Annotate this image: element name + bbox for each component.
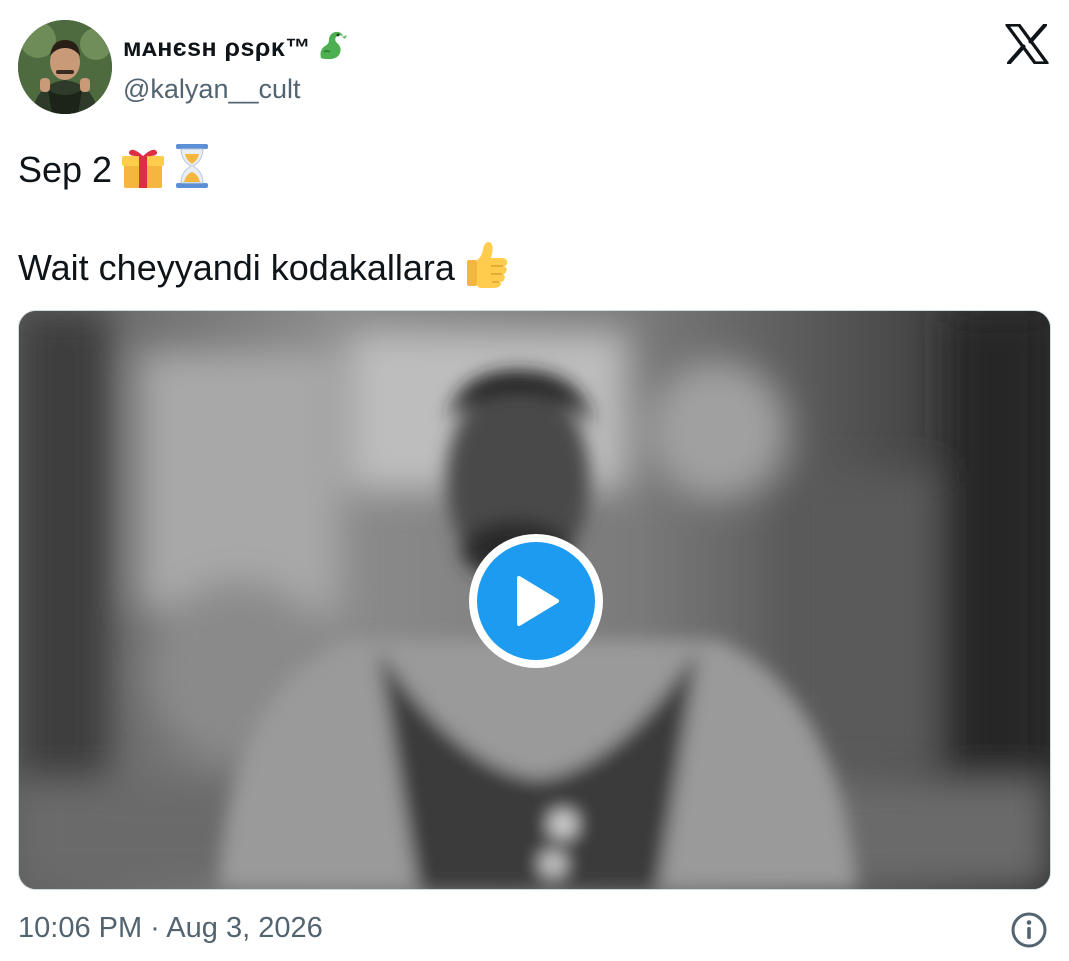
- info-icon[interactable]: [1010, 911, 1048, 949]
- gift-emoji: [120, 144, 166, 199]
- author-handle[interactable]: @kalyan__cult: [123, 74, 301, 105]
- play-icon: [477, 542, 595, 660]
- tweet-timestamp[interactable]: 10:06 PM · Aug 3, 2026: [18, 912, 323, 945]
- thumbs-up-emoji: [463, 238, 511, 297]
- author-display-name[interactable]: ᴍᴀʜєѕʜ ρѕρκ™: [123, 28, 349, 69]
- hourglass-emoji: [174, 142, 210, 199]
- tweet-text-line-2: Wait cheyyandi kodakallara: [18, 238, 511, 297]
- tweet-date-text: Sep 2: [18, 149, 113, 190]
- avatar[interactable]: [18, 20, 112, 114]
- display-name-text: ᴍᴀʜєѕʜ ρѕρκ™: [123, 34, 311, 62]
- tweet-text-line-1: Sep 2: [18, 142, 210, 199]
- tweet-body-text: Wait cheyyandi kodakallara: [18, 247, 455, 288]
- dragon-emoji: [315, 28, 349, 69]
- play-button[interactable]: [469, 534, 603, 668]
- x-logo-icon[interactable]: [1005, 23, 1049, 65]
- avatar-image: [18, 20, 112, 114]
